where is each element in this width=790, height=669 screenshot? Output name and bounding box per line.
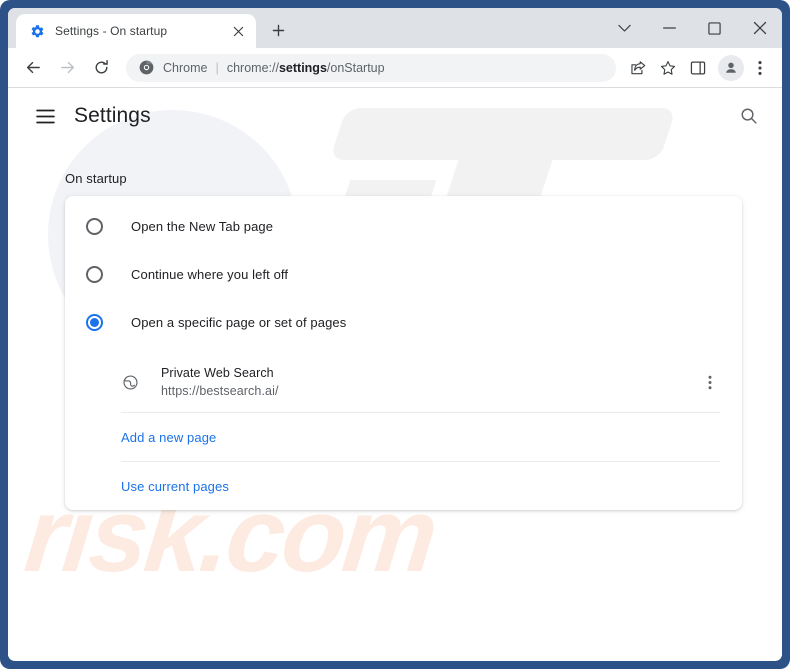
back-button[interactable] (18, 53, 48, 83)
browser-window-frame: Settings - On startup (0, 0, 790, 669)
hamburger-menu-icon (36, 109, 55, 124)
startup-site-url: https://bestsearch.ai/ (161, 382, 696, 400)
radio-option-label: Open a specific page or set of pages (131, 315, 346, 330)
close-button[interactable] (737, 8, 782, 48)
window-controls (602, 8, 782, 48)
tab-search-button[interactable] (602, 8, 647, 48)
settings-gear-icon (29, 23, 45, 39)
browser-tab[interactable]: Settings - On startup (16, 14, 256, 48)
radio-option-label: Open the New Tab page (131, 219, 273, 234)
forward-arrow-icon (59, 59, 76, 76)
close-icon[interactable] (228, 21, 248, 41)
radio-option-specific-pages[interactable]: Open a specific page or set of pages (65, 298, 742, 346)
section-title: On startup (65, 171, 782, 186)
radio-option-label: Continue where you left off (131, 267, 288, 282)
omnibox-url: chrome://settings/onStartup (227, 61, 385, 75)
settings-header: Settings (8, 88, 782, 144)
tab-title: Settings - On startup (55, 24, 228, 38)
share-button[interactable] (624, 54, 652, 82)
back-arrow-icon (25, 59, 42, 76)
page-title: Settings (74, 104, 151, 128)
omnibox-url-prefix: chrome:// (227, 61, 279, 75)
chevron-down-icon (618, 24, 631, 33)
radio-option-new-tab[interactable]: Open the New Tab page (65, 202, 742, 250)
omnibox-url-host: settings (279, 61, 327, 75)
startup-site-name: Private Web Search (161, 364, 696, 382)
use-current-pages-row[interactable]: Use current pages (65, 462, 742, 510)
omnibox-url-suffix: /onStartup (327, 61, 385, 75)
settings-search-button[interactable] (734, 101, 764, 131)
reload-button[interactable] (86, 53, 116, 83)
add-new-page-row[interactable]: Add a new page (65, 413, 742, 461)
forward-button[interactable] (52, 53, 82, 83)
tab-strip: Settings - On startup (8, 8, 782, 48)
radio-option-continue[interactable]: Continue where you left off (65, 250, 742, 298)
profile-avatar-icon (723, 60, 739, 76)
maximize-icon (708, 22, 721, 35)
chrome-logo-icon (138, 60, 154, 76)
radio-button-selected[interactable] (86, 314, 103, 331)
three-dot-menu-icon (708, 375, 712, 390)
minimize-button[interactable] (647, 8, 692, 48)
close-icon (753, 21, 767, 35)
side-panel-button[interactable] (684, 54, 712, 82)
search-icon (740, 107, 758, 125)
bookmark-button[interactable] (654, 54, 682, 82)
radio-button[interactable] (86, 266, 103, 283)
star-icon (660, 60, 676, 76)
omnibox-scheme-label: Chrome (163, 61, 207, 75)
browser-toolbar: Chrome | chrome://settings/onStartup (8, 48, 782, 88)
minimize-icon (663, 27, 676, 29)
plus-icon (272, 24, 285, 37)
startup-site-menu-button[interactable] (696, 368, 724, 396)
globe-icon (121, 373, 139, 391)
maximize-button[interactable] (692, 8, 737, 48)
startup-site-texts: Private Web Search https://bestsearch.ai… (161, 364, 696, 400)
settings-page: risk.com Settings (8, 88, 782, 660)
profile-avatar[interactable] (718, 55, 744, 81)
browser-menu-button[interactable] (746, 54, 774, 82)
share-icon (630, 60, 646, 76)
hamburger-menu-button[interactable] (30, 101, 60, 131)
radio-button[interactable] (86, 218, 103, 235)
new-tab-button[interactable] (264, 16, 292, 44)
reload-icon (93, 59, 110, 76)
use-current-pages-link[interactable]: Use current pages (121, 479, 229, 494)
side-panel-icon (690, 60, 706, 76)
browser-window: Settings - On startup (8, 8, 782, 661)
omnibox-separator: | (215, 60, 218, 75)
on-startup-card: Open the New Tab page Continue where you… (65, 196, 742, 510)
three-dot-menu-icon (758, 60, 762, 76)
add-new-page-link[interactable]: Add a new page (121, 430, 216, 445)
startup-site-row: Private Web Search https://bestsearch.ai… (65, 352, 742, 412)
address-bar[interactable]: Chrome | chrome://settings/onStartup (126, 54, 616, 82)
